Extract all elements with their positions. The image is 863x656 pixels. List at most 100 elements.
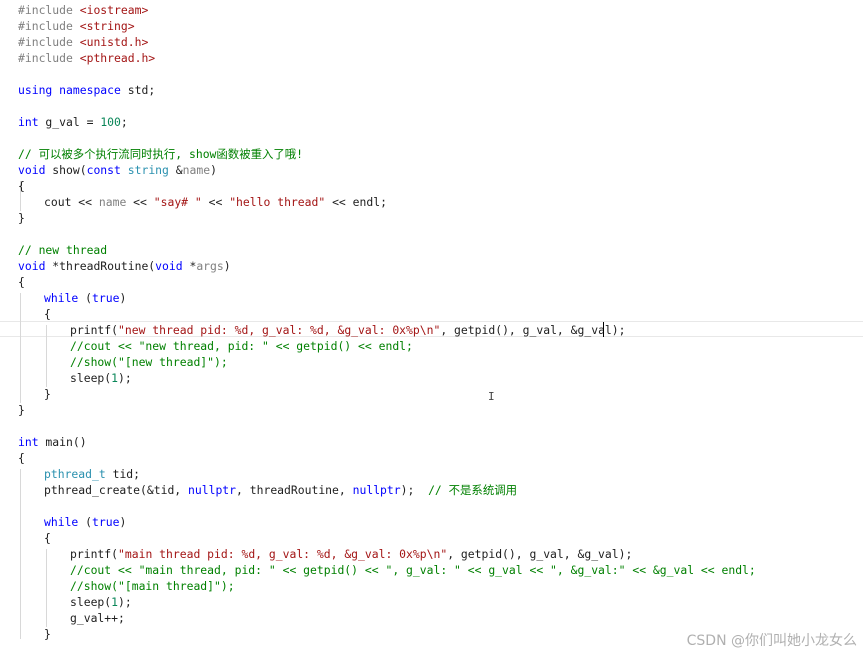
code-token-keyword: int — [18, 435, 39, 449]
code-token-default: { — [44, 531, 51, 545]
code-line[interactable]: void show(const string &name) — [18, 162, 217, 178]
code-token-default: } — [18, 403, 25, 417]
code-line[interactable]: } — [18, 402, 25, 418]
code-token-default: g_val = — [38, 115, 101, 129]
code-token-keyword: void — [155, 259, 183, 273]
code-line[interactable]: while (true) — [44, 514, 126, 530]
code-line[interactable]: int main() — [18, 434, 87, 450]
code-token-default: tid; — [105, 467, 141, 481]
code-line[interactable]: sleep(1); — [70, 370, 132, 386]
code-token-keyword: namespace — [59, 83, 121, 97]
code-token-string: "main thread pid: %d, g_val: %d, &g_val:… — [118, 547, 448, 561]
code-token-default: pthread_create(&tid, — [44, 483, 189, 497]
code-token-parameter: name — [182, 163, 211, 177]
code-token-default: { — [18, 275, 25, 289]
code-token-include_file: <string> — [79, 19, 135, 33]
code-token-keyword: int — [18, 115, 39, 129]
code-token-default: { — [18, 451, 25, 465]
code-token-default: cout << — [44, 195, 99, 209]
code-token-preprocessor: #include — [18, 51, 80, 65]
code-token-default: sleep( — [70, 371, 112, 385]
code-token-default: ) — [119, 515, 127, 529]
code-line[interactable]: pthread_create(&tid, nullptr, threadRout… — [44, 482, 517, 498]
code-editor[interactable]: #include <iostream> #include <string> #inc… — [0, 0, 863, 656]
code-token-default: << — [201, 195, 230, 209]
code-token-include_file: <iostream> — [79, 3, 149, 17]
code-token-string: "hello thread" — [229, 195, 326, 209]
code-token-keyword: true — [92, 515, 120, 529]
code-token-default: { — [18, 179, 25, 193]
code-line[interactable]: printf("new thread pid: %d, g_val: %d, &… — [70, 322, 626, 338]
code-token-number: 1 — [111, 371, 119, 385]
code-line[interactable]: using namespace std; — [18, 82, 155, 98]
code-line[interactable]: { — [18, 274, 25, 290]
code-token-default: printf( — [70, 323, 119, 337]
code-line[interactable]: } — [44, 386, 51, 402]
code-line[interactable]: g_val++; — [70, 610, 125, 626]
code-line[interactable]: // 可以被多个执行流同时执行, show函数被重入了哦! — [18, 146, 303, 162]
code-line[interactable]: //cout << "new thread, pid: " << getpid(… — [70, 338, 413, 354]
code-token-type: string — [127, 163, 169, 177]
code-line[interactable]: while (true) — [44, 290, 126, 306]
code-token-default: , getpid(), g_val, &g_val); — [447, 547, 633, 561]
code-line[interactable]: int g_val = 100; — [18, 114, 128, 130]
code-token-string: "say# " — [153, 195, 202, 209]
ibeam-cursor-icon: I — [488, 390, 495, 403]
code-line[interactable]: } — [18, 210, 25, 226]
code-token-keyword: using — [18, 83, 53, 97]
code-token-default: printf( — [70, 547, 119, 561]
code-line[interactable]: printf("main thread pid: %d, g_val: %d, … — [70, 546, 632, 562]
code-token-keyword: const — [86, 163, 121, 177]
code-line[interactable]: { — [44, 530, 51, 546]
code-line[interactable]: sleep(1); — [70, 594, 132, 610]
code-token-default: *threadRoutine( — [45, 259, 156, 273]
code-line[interactable]: #include <iostream> — [18, 2, 148, 18]
code-token-default: ; — [120, 115, 128, 129]
code-token-parameter: name — [98, 195, 127, 209]
code-token-default: ); — [118, 371, 132, 385]
code-line[interactable]: void *threadRoutine(void *args) — [18, 258, 231, 274]
code-line[interactable]: // new thread — [18, 242, 107, 258]
code-line[interactable]: { — [18, 178, 25, 194]
indent-guide — [46, 325, 47, 387]
code-line[interactable]: //show("[main thread]"); — [70, 578, 235, 594]
code-line[interactable]: cout << name << "say# " << "hello thread… — [44, 194, 387, 210]
code-token-default: , threadRoutine, — [236, 483, 353, 497]
code-token-preprocessor: #include — [18, 3, 80, 17]
code-line[interactable]: #include <unistd.h> — [18, 34, 148, 50]
text-caret — [603, 322, 604, 337]
code-token-include_file: <pthread.h> — [79, 51, 156, 65]
code-token-comment: // 可以被多个执行流同时执行, show函数被重入了哦! — [18, 147, 304, 161]
code-token-default: , getpid(), g_val, &g_val); — [440, 323, 626, 337]
code-token-default: } — [44, 627, 51, 641]
code-token-default: g_val++; — [70, 611, 125, 625]
code-line[interactable]: pthread_t tid; — [44, 466, 140, 482]
code-token-comment: // 不是系统调用 — [428, 483, 517, 497]
code-line[interactable]: //cout << "main thread, pid: " << getpid… — [70, 562, 756, 578]
code-token-type: pthread_t — [44, 467, 106, 481]
code-line[interactable]: { — [44, 306, 51, 322]
code-line[interactable]: //show("[new thread]"); — [70, 354, 228, 370]
code-token-default: & — [168, 163, 183, 177]
code-line[interactable]: #include <pthread.h> — [18, 50, 155, 66]
code-token-keyword: while — [44, 515, 79, 529]
code-token-default: ( — [78, 291, 93, 305]
code-token-number: 1 — [111, 595, 119, 609]
code-token-default: { — [44, 307, 51, 321]
code-token-comment: //show("[new thread]"); — [70, 355, 228, 369]
code-token-comment: //cout << "main thread, pid: " << getpid… — [70, 563, 756, 577]
code-line[interactable]: #include <string> — [18, 18, 135, 34]
code-token-default: } — [18, 211, 25, 225]
watermark: CSDN @你们叫她小龙女么 — [686, 633, 857, 649]
code-token-comment: // new thread — [18, 243, 108, 257]
code-token-default: ( — [78, 515, 93, 529]
code-line[interactable]: { — [18, 450, 25, 466]
code-token-default — [121, 163, 128, 177]
code-token-preprocessor: #include — [18, 35, 80, 49]
code-token-default: << endl; — [325, 195, 387, 209]
indent-guide — [46, 549, 47, 627]
code-token-keyword: nullptr — [352, 483, 401, 497]
code-line[interactable]: } — [44, 626, 51, 642]
code-token-number: 100 — [100, 115, 121, 129]
code-token-include_file: <unistd.h> — [79, 35, 149, 49]
